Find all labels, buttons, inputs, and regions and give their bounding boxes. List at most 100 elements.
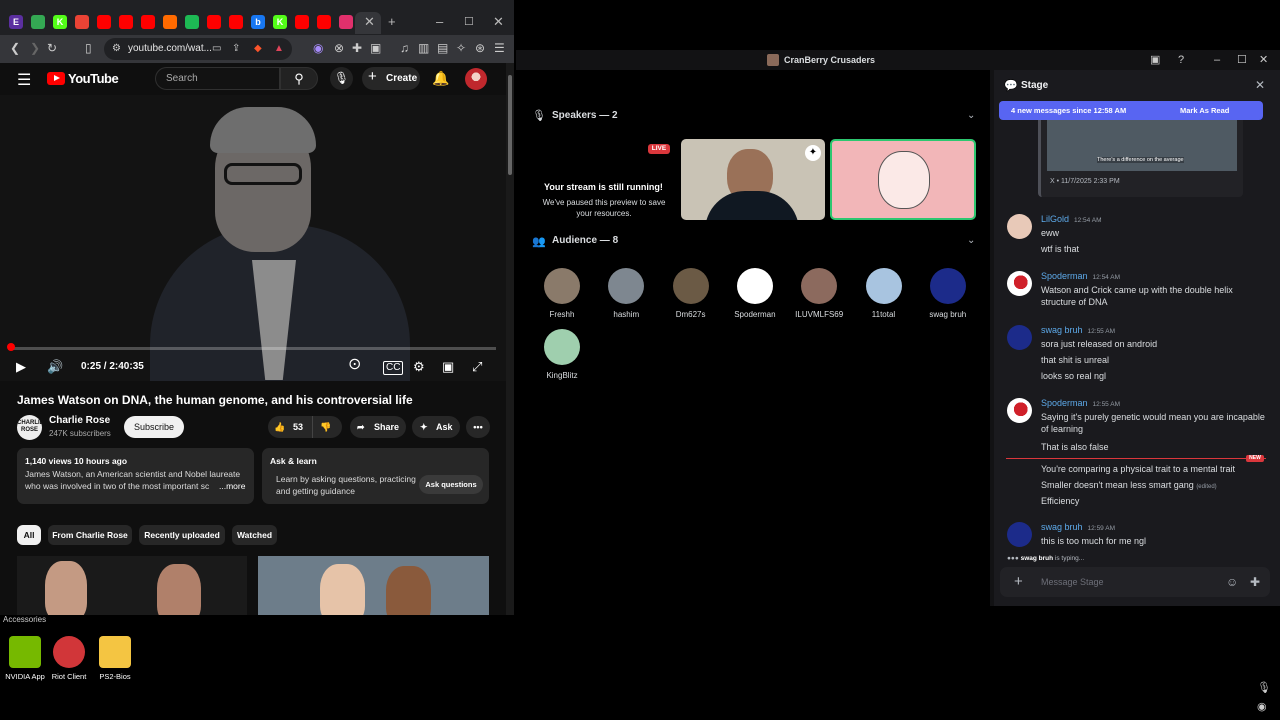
minimize-icon[interactable]: – [1214,53,1220,67]
channel-avatar[interactable]: CHARLIE ROSE [17,415,44,440]
share-icon[interactable]: ⇪ [232,42,240,56]
brave-shield-icon[interactable]: ◆ [254,42,262,56]
more-actions-button[interactable]: ••• [466,416,490,438]
address-bar[interactable]: ⚙ youtube.com/wat... ▭ ⇪ ◆ ▲ [104,38,292,60]
share-button[interactable]: ➦ Share [350,416,406,438]
recommended-video-thumbnail[interactable] [17,556,247,615]
youtube-tab-5-icon[interactable] [229,15,243,29]
menu-icon[interactable]: ☰ [494,41,505,55]
seek-handle[interactable] [7,343,15,351]
youtube-logo-text[interactable]: YouTube [68,71,119,86]
fullscreen-icon[interactable]: ⤢ [472,359,482,375]
message-author[interactable]: LilGold 12:54 AM [1041,214,1101,224]
seek-bar[interactable] [10,347,496,350]
instagram-tab-icon[interactable] [339,15,353,29]
search-button[interactable]: ⚲ [280,67,318,90]
kick-tab-2-icon[interactable]: K [273,15,287,29]
forward-icon[interactable]: ❯ [30,41,40,55]
speaker-webcam-tile[interactable]: ✦ [681,139,825,220]
blue-tab-icon[interactable]: b [251,15,265,29]
captions-icon[interactable]: CC [383,361,404,375]
audience-member[interactable]: Dm627s [661,268,721,319]
chrome-tab-icon[interactable] [31,15,45,29]
extension-2-icon[interactable]: ⊗ [334,41,344,55]
audience-member[interactable]: ILUVMLFS69 [789,268,849,319]
link-embed[interactable]: There's a difference on the average X • … [1038,120,1243,197]
video-player[interactable]: ▶ 🔊 0:25 / 2:40:35 ⊙ CC ⚙ ▣ ⤢ [0,95,506,381]
ask-questions-button[interactable]: Ask questions [419,475,483,494]
desktop-folder-label[interactable]: Accessories [3,615,46,624]
voice-search-button[interactable]: 🎙 [330,67,353,90]
chevron-down-icon[interactable]: ⌄ [967,110,975,121]
chip-from-channel[interactable]: From Charlie Rose [48,525,132,545]
new-messages-bar[interactable]: 4 new messages since 12:58 AM Mark As Re… [999,101,1263,120]
close-icon[interactable]: ✕ [1259,53,1268,67]
desktop-shortcut[interactable]: NVIDIA App [0,636,50,681]
audience-member[interactable]: Spoderman [725,268,785,319]
chip-recently-uploaded[interactable]: Recently uploaded [139,525,225,545]
puzzle-icon[interactable]: ✚ [352,41,362,55]
channel-name[interactable]: Charlie Rose [49,415,110,426]
avatar[interactable] [1007,522,1032,547]
miniplayer-icon[interactable]: ▣ [442,359,454,375]
thumbs-down-icon[interactable]: 👎 [320,416,331,438]
speakers-header[interactable]: Speakers — 2 [552,110,618,121]
play-icon[interactable]: ▶ [16,359,26,375]
audience-header[interactable]: Audience — 8 [552,235,618,246]
desktop-shortcut[interactable]: PS2-Bios [90,636,140,681]
inbox-icon[interactable]: ▣ [1150,53,1160,67]
ask-button[interactable]: ✦ Ask [412,416,460,438]
hamburger-menu-icon[interactable]: ☰ [17,70,31,90]
new-tab-icon[interactable]: + [388,14,396,30]
rewards-icon[interactable]: ▲ [274,42,284,56]
search-input[interactable]: Search [155,67,280,90]
bookmark-icon[interactable]: ▯ [85,41,92,55]
thumbs-up-icon[interactable]: 👍 [274,416,285,438]
kick-tab-icon[interactable]: K [53,15,67,29]
volume-icon[interactable]: 🔊 [47,359,63,375]
subscribe-button[interactable]: Subscribe [124,416,184,438]
desktop-shortcut[interactable]: Riot Client [44,636,94,681]
sidebar-icon[interactable]: ▥ [418,41,429,55]
location-tray-icon[interactable]: ◉ [1257,700,1267,713]
youtube-tab-4-icon[interactable] [207,15,221,29]
close-window-icon[interactable]: ✕ [493,14,504,30]
screenshot-icon[interactable]: ▣ [370,41,381,55]
audience-member[interactable]: 11total [854,268,914,319]
avatar[interactable] [1007,271,1032,296]
ai-icon[interactable]: ✧ [456,41,466,55]
cast-icon[interactable]: ▭ [212,42,221,56]
close-chat-icon[interactable]: ✕ [1255,78,1265,92]
scrollbar-thumb[interactable] [508,75,512,175]
back-icon[interactable]: ❮ [10,41,20,55]
audience-member[interactable]: KingBlitz [532,329,592,380]
apps-icon[interactable]: ✚ [1250,574,1260,590]
youtube-tab-7-icon[interactable] [317,15,331,29]
account-avatar[interactable] [465,68,487,90]
avatar[interactable] [1007,398,1032,423]
wallet-icon[interactable]: ▤ [437,41,448,55]
attach-plus-icon[interactable]: + [1014,573,1023,591]
audience-member[interactable]: hashim [596,268,656,319]
settings-gear-icon[interactable]: ⚙ [413,359,425,375]
message-author[interactable]: Spoderman 12:54 AM [1041,271,1120,281]
audience-member[interactable]: swag bruh [918,268,978,319]
speaker-avatar-tile[interactable] [830,139,976,220]
description-box[interactable]: 1,140 views 10 hours ago James Watson, a… [17,448,254,504]
close-tab-icon[interactable]: ✕ [364,14,375,30]
chip-watched[interactable]: Watched [232,525,277,545]
chevron-down-icon[interactable]: ⌄ [967,235,975,246]
youtube-tab-6-icon[interactable] [295,15,309,29]
description-more-link[interactable]: ...more [217,481,246,491]
e-tab-icon[interactable]: E [9,15,23,29]
orange-tab-icon[interactable] [163,15,177,29]
message-author[interactable]: swag bruh 12:59 AM [1041,522,1115,532]
site-info-icon[interactable]: ⚙ [112,42,121,56]
chip-all[interactable]: All [17,525,41,545]
minimize-icon[interactable]: – [436,14,443,30]
green-tab-icon[interactable] [185,15,199,29]
message-composer[interactable]: + Message Stage ☺ ✚ [1000,567,1270,597]
message-author[interactable]: Spoderman 12:55 AM [1041,398,1120,408]
youtube-tab-1-icon[interactable] [97,15,111,29]
help-icon[interactable]: ? [1178,53,1184,67]
